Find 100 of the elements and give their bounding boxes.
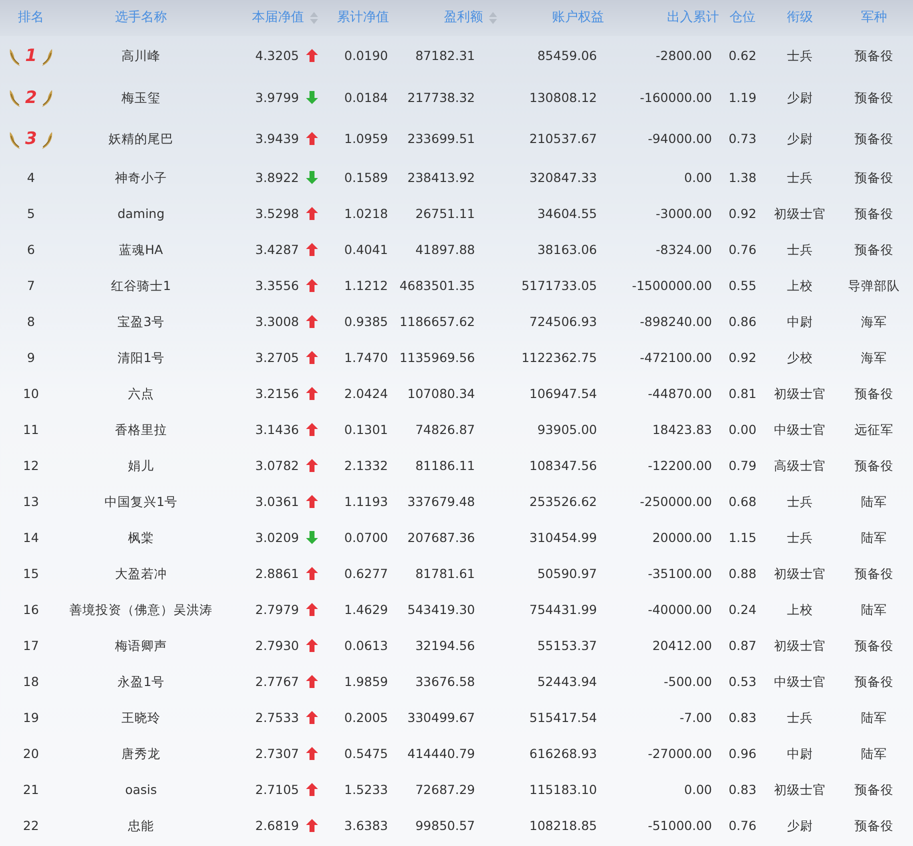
military-grade: 初级士官 [774, 386, 826, 402]
profit-amount: 217738.32 [407, 90, 475, 105]
military-grade: 中级士官 [774, 422, 826, 438]
profit-amount: 74826.87 [415, 422, 475, 438]
account-equity: 5171733.05 [521, 278, 597, 294]
net-value: 3.9799 [255, 90, 299, 105]
military-grade: 初级士官 [774, 206, 826, 222]
cumulative-value: 1.5233 [344, 782, 388, 798]
net-flow: -500.00 [664, 674, 712, 690]
position-ratio: 0.92 [728, 350, 756, 366]
cumulative-value: 1.9859 [344, 674, 388, 690]
cumulative-value: 0.1589 [344, 170, 388, 186]
player-name: 六点 [128, 386, 154, 402]
position-ratio: 0.79 [728, 458, 756, 474]
account-equity: 93905.00 [537, 422, 597, 438]
position-ratio: 0.86 [728, 314, 756, 330]
position-ratio: 0.73 [728, 131, 756, 146]
player-name: 永盈1号 [118, 674, 164, 690]
net-flow: 0.00 [684, 782, 712, 798]
rank-number: 17 [23, 638, 39, 654]
military-grade: 少尉 [787, 818, 813, 834]
cumulative-value: 2.1332 [344, 458, 388, 474]
player-name: oasis [125, 782, 157, 798]
account-equity: 210537.67 [529, 131, 597, 146]
account-equity: 52443.94 [537, 674, 597, 690]
profit-amount: 337679.48 [407, 494, 475, 510]
player-name: 唐秀龙 [122, 746, 160, 762]
laurel-icon [40, 130, 53, 150]
cumulative-value: 1.4629 [344, 602, 388, 618]
net-value: 2.8861 [255, 566, 299, 582]
player-name: 妖精的尾巴 [108, 131, 174, 146]
military-grade: 初级士官 [774, 638, 826, 654]
rank-number: 16 [23, 602, 39, 618]
rank-number: 13 [23, 494, 39, 510]
net-flow: 0.00 [684, 170, 712, 186]
position-ratio: 0.87 [728, 638, 756, 654]
player-name: 高川峰 [122, 48, 160, 64]
net-flow: -12200.00 [648, 458, 712, 474]
player-name: 大盈若冲 [115, 566, 167, 582]
rank-number: 1 [25, 48, 37, 66]
military-branch: 预备役 [854, 458, 894, 474]
net-value: 3.8922 [255, 170, 299, 186]
account-equity: 108347.56 [529, 458, 597, 474]
cumulative-value: 1.0959 [344, 131, 388, 146]
rank-number: 18 [23, 674, 39, 690]
cumulative-value: 3.6383 [344, 818, 388, 834]
profit-amount: 330499.67 [407, 710, 475, 726]
rank-number: 7 [27, 278, 35, 294]
net-value: 2.7307 [255, 746, 299, 762]
military-branch: 陆军 [861, 530, 887, 546]
military-grade: 少校 [787, 350, 813, 366]
net-value: 2.7105 [255, 782, 299, 798]
rank-number: 15 [23, 566, 39, 582]
rank-number: 21 [23, 782, 39, 798]
military-branch: 预备役 [854, 170, 894, 186]
rank-number: 22 [23, 818, 39, 834]
player-name: 神奇小子 [115, 170, 167, 186]
military-grade: 初级士官 [774, 782, 826, 798]
account-equity: 85459.06 [537, 48, 597, 64]
military-branch: 预备役 [854, 48, 894, 64]
cumulative-value: 0.1301 [344, 422, 388, 438]
profit-amount: 1135969.56 [399, 350, 475, 366]
column-header: 出入累计 [667, 10, 719, 26]
cumulative-value: 1.0218 [344, 206, 388, 222]
net-flow: -898240.00 [640, 314, 712, 330]
player-name: 忠能 [128, 818, 154, 834]
rank-number: 8 [27, 314, 35, 330]
position-ratio: 0.92 [728, 206, 756, 222]
military-grade: 高级士官 [774, 458, 826, 474]
account-equity: 310454.99 [529, 530, 597, 546]
military-branch: 预备役 [854, 818, 894, 834]
net-value: 3.0361 [255, 494, 299, 510]
net-value: 2.7979 [255, 602, 299, 618]
laurel-icon [40, 88, 53, 108]
net-flow: -8324.00 [656, 242, 712, 258]
account-equity: 38163.06 [537, 242, 597, 258]
net-value: 3.3556 [255, 278, 299, 294]
profit-amount: 107080.34 [407, 386, 475, 402]
player-name: 枫棠 [128, 530, 154, 546]
military-grade: 上校 [787, 602, 813, 618]
column-header: 仓位 [730, 10, 756, 26]
column-header: 选手名称 [115, 10, 167, 26]
rank-number: 10 [23, 386, 39, 402]
military-branch: 预备役 [854, 131, 894, 146]
net-value: 3.1436 [255, 422, 299, 438]
cumulative-value: 0.2005 [344, 710, 388, 726]
cumulative-value: 0.9385 [344, 314, 388, 330]
column-header[interactable]: 盈利额 [444, 10, 483, 26]
cumulative-value: 1.1193 [344, 494, 388, 510]
rank-number: 19 [23, 710, 39, 726]
position-ratio: 0.83 [728, 782, 756, 798]
account-equity: 50590.97 [537, 566, 597, 582]
military-branch: 预备役 [854, 674, 894, 690]
column-header: 军种 [861, 10, 887, 26]
account-equity: 106947.54 [529, 386, 597, 402]
column-header: 累计净值 [337, 10, 389, 26]
rank-number: 14 [23, 530, 39, 546]
net-flow: -51000.00 [648, 818, 712, 834]
cumulative-value: 0.0700 [344, 530, 388, 546]
player-name: daming [117, 206, 165, 222]
